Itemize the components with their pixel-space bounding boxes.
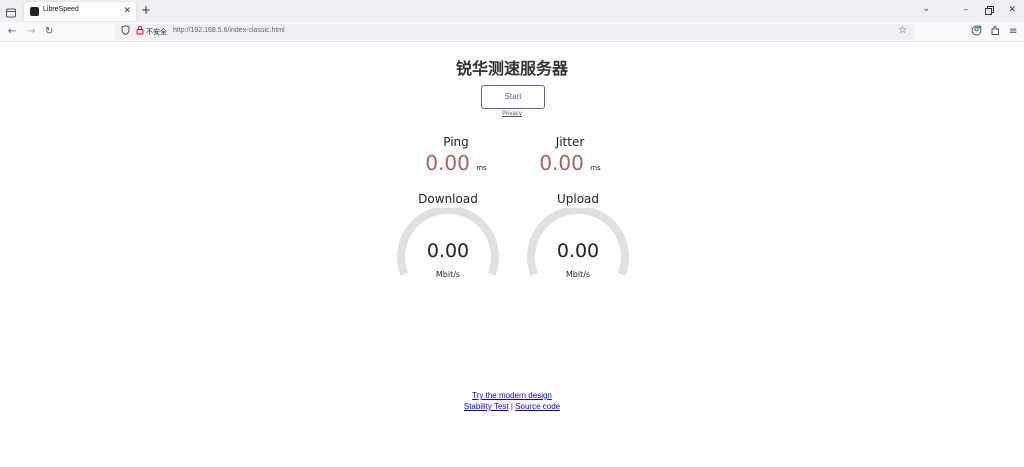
reload-icon[interactable]: ↻ [45,25,53,39]
start-button[interactable]: Start [481,85,545,109]
menu-hamburger-icon[interactable]: ≡ [1009,25,1017,39]
tab-list-icon[interactable] [5,4,19,18]
insecure-label: 不安全 [146,28,167,36]
stability-test-link[interactable]: Stability Test [464,402,509,411]
account-icon[interactable] [971,25,982,41]
forward-arrow-icon[interactable]: → [27,25,35,39]
source-code-link[interactable]: Source code [515,402,560,411]
modern-design-link[interactable]: Try the modern design [472,391,552,400]
download-label: Download [418,192,478,206]
download-value: 0.00 [426,240,470,262]
upload-gauge: 0.00 Mbit/s [523,208,633,298]
jitter-label: Jitter [555,135,585,149]
upload-value: 0.00 [556,240,600,262]
page-title: 锐华测速服务器 [455,59,568,78]
back-arrow-icon[interactable]: ← [8,25,16,39]
download-unit: Mbit/s [435,270,461,279]
upload-label: Upload [556,192,600,206]
restore-icon[interactable] [985,3,994,20]
url-text[interactable]: http://192.168.5.6/index-classic.html [173,27,285,34]
tab-librespeed[interactable]: LibreSpeed ✕ [24,2,136,21]
jitter-meter: 0.00 ms [500,151,640,175]
upload-unit: Mbit/s [565,270,591,279]
footer-links: Try the modern design Stability Test | S… [0,390,1024,412]
jitter-unit: ms [590,164,601,172]
navigation-bar: ← → ↻ 不安全 http://192.168.5.6/index-class… [0,22,1024,42]
privacy-link[interactable]: Privacy [0,111,1024,117]
browser-window: LibreSpeed ✕ + ⌄ – ✕ ← → ↻ 不安全 http://19… [0,0,1024,467]
tab-title: LibreSpeed [43,6,79,13]
page-content: 锐华测速服务器 Start Privacy Ping 0.00 ms Jitte… [0,43,1024,467]
shield-icon[interactable] [121,25,130,38]
tab-strip: LibreSpeed ✕ + ⌄ – ✕ [0,0,1024,22]
close-window-icon[interactable]: ✕ [1008,3,1016,17]
close-tab-icon[interactable]: ✕ [123,5,131,17]
footer-separator: | [510,402,513,411]
ping-unit: ms [476,164,487,172]
ping-label: Ping [443,135,469,149]
librespeed-favicon-icon [30,7,39,16]
chevron-down-icon[interactable]: ⌄ [922,4,930,14]
extensions-icon[interactable] [990,25,1001,41]
new-tab-button[interactable]: + [141,3,151,17]
download-gauge: 0.00 Mbit/s [393,208,503,298]
ping-value: 0.00 [425,151,470,175]
minimize-icon[interactable]: – [964,3,969,17]
bookmark-star-icon[interactable]: ☆ [898,25,907,36]
privacy-link-label[interactable]: Privacy [502,111,522,117]
url-bar[interactable]: 不安全 http://192.168.5.6/index-classic.htm… [115,24,915,40]
insecure-lock-icon[interactable] [136,25,144,38]
jitter-value: 0.00 [539,151,584,175]
